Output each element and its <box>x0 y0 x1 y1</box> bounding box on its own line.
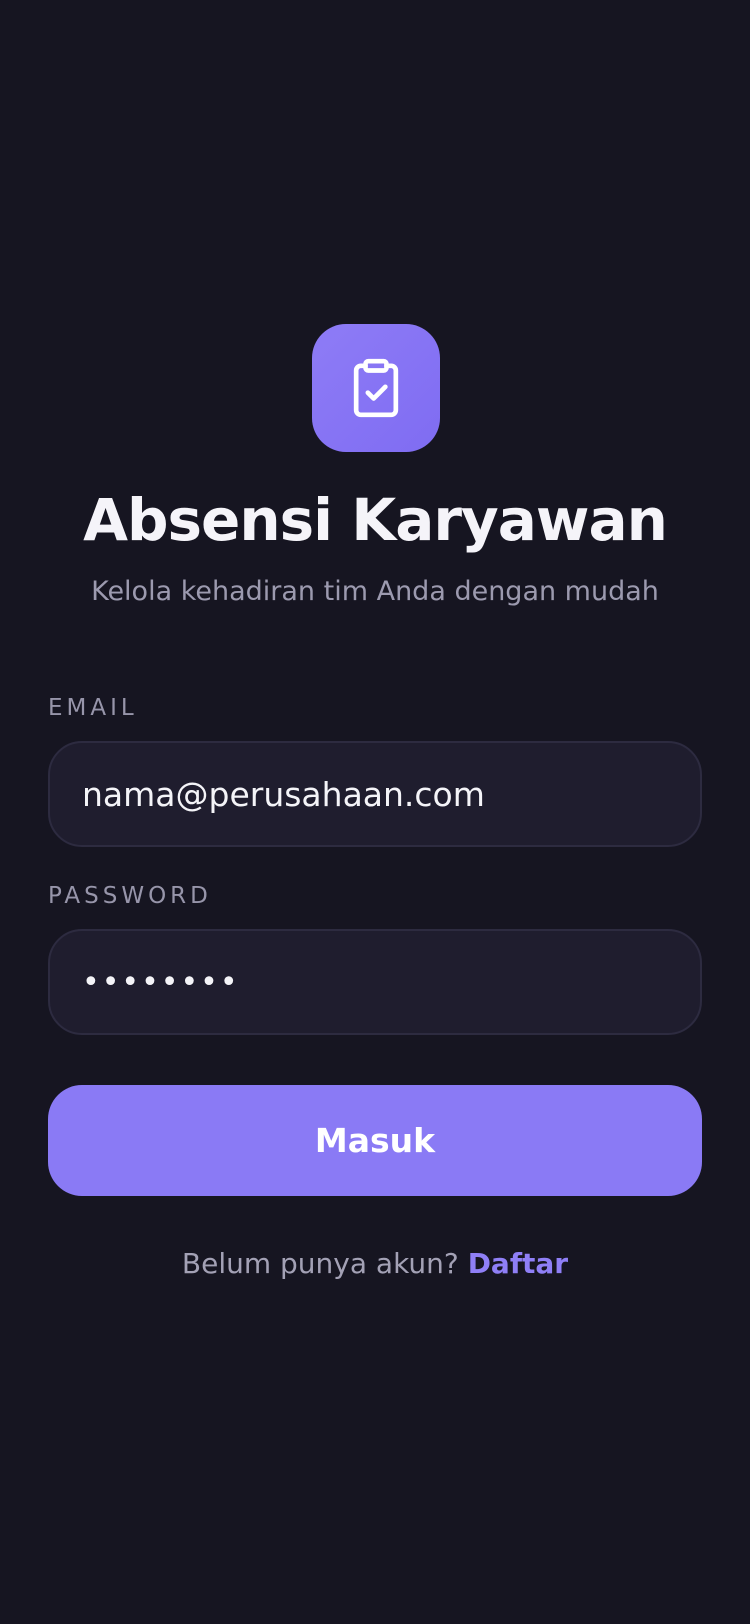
app-title: Absensi Karyawan <box>83 486 668 554</box>
clipboard-check-icon <box>353 358 399 418</box>
register-link[interactable]: Daftar <box>468 1247 568 1280</box>
register-prompt-text: Belum punya akun? <box>181 1247 468 1280</box>
email-label: EMAIL <box>48 695 138 721</box>
app-logo <box>312 324 440 452</box>
password-label: PASSWORD <box>48 883 212 909</box>
password-field[interactable] <box>50 931 700 1033</box>
email-field[interactable] <box>50 743 700 845</box>
email-field-container <box>48 741 702 847</box>
register-prompt: Belum punya akun? Daftar <box>0 1244 750 1284</box>
login-button[interactable]: Masuk <box>48 1085 702 1196</box>
login-screen: Absensi Karyawan Kelola kehadiran tim An… <box>0 0 750 1624</box>
password-field-container <box>48 929 702 1035</box>
app-subtitle: Kelola kehadiran tim Anda dengan mudah <box>91 576 659 607</box>
